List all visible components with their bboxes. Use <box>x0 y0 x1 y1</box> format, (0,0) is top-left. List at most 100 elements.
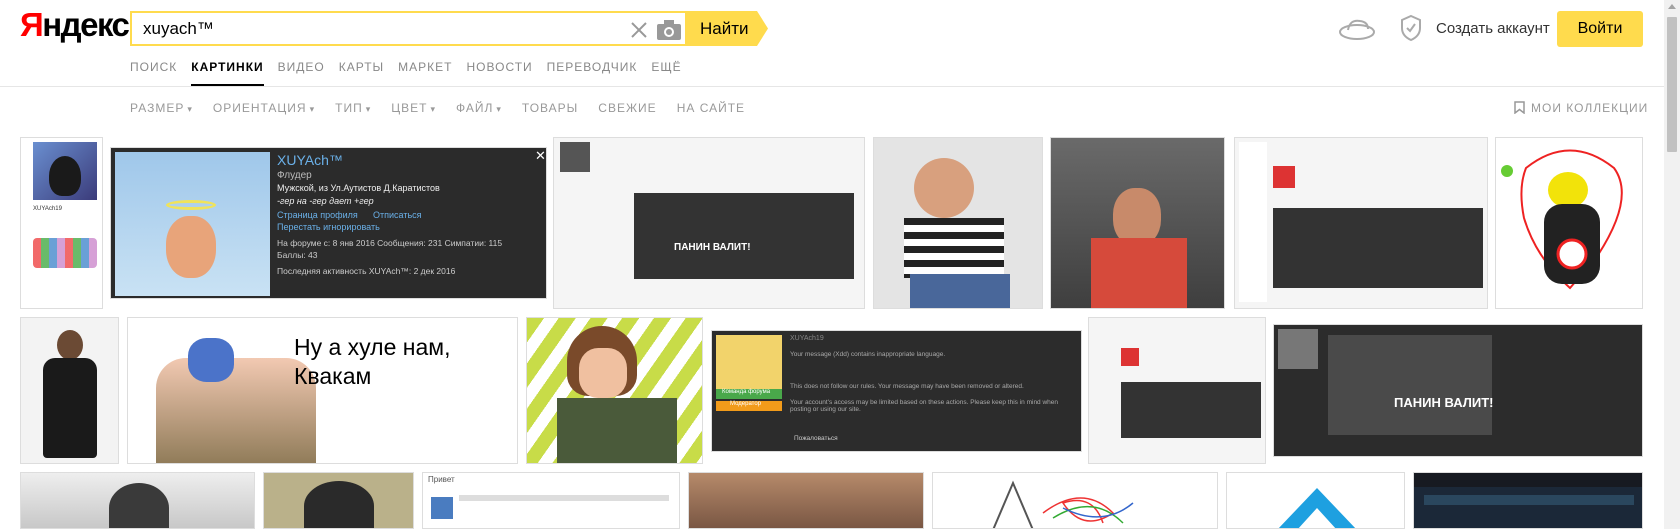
video-embed <box>1328 335 1492 435</box>
image-result[interactable]: Ну а хуле нам, Квакам <box>127 317 518 464</box>
person <box>914 158 974 218</box>
image-result[interactable] <box>1226 472 1405 529</box>
scroll-up-arrow-icon[interactable] <box>1668 4 1676 9</box>
profile-role: Флудер <box>277 170 312 181</box>
filter-on-site[interactable]: НА САЙТЕ <box>677 101 745 115</box>
tab-more[interactable]: ЕЩЁ <box>651 60 681 88</box>
image-result[interactable] <box>526 317 703 464</box>
unsubscribe-link: Отписаться <box>373 210 422 220</box>
clear-icon[interactable] <box>628 19 650 41</box>
video-caption: ПАНИН ВАЛИТ! <box>674 242 751 253</box>
login-button[interactable]: Войти <box>1557 11 1643 47</box>
face <box>579 348 627 398</box>
tab-video[interactable]: ВИДЕО <box>278 60 325 88</box>
image-result[interactable]: ПАНИН ВАЛИТ! <box>553 137 865 309</box>
image-result[interactable] <box>688 472 924 529</box>
close-icon: ✕ <box>535 148 546 163</box>
image-result[interactable] <box>20 317 119 464</box>
red-block <box>1121 348 1139 366</box>
yandex-logo[interactable]: Яндекс <box>20 6 130 44</box>
forum-sidebar <box>1239 142 1267 302</box>
tab-news[interactable]: НОВОСТИ <box>467 60 533 88</box>
team-badge-label: Команда форума <box>722 389 771 395</box>
black-hoodie <box>43 358 97 458</box>
filter-color[interactable]: ЦВЕТ ▾ <box>391 101 436 115</box>
blue-face <box>188 338 234 382</box>
scribble-drawing <box>992 480 1134 528</box>
red-shirt <box>1091 238 1187 308</box>
tab-translator[interactable]: ПЕРЕВОДЧИК <box>547 60 638 88</box>
avatar-face <box>49 156 81 196</box>
filter-type[interactable]: ТИП ▾ <box>335 101 371 115</box>
chevron-down-icon: ▾ <box>496 104 502 114</box>
shirt <box>557 398 677 463</box>
profile-name: XUYAch™ <box>277 152 343 168</box>
badge-row <box>33 238 97 268</box>
image-result[interactable]: ПАНИН ВАЛИТ! <box>1273 324 1643 457</box>
image-result[interactable] <box>932 472 1218 529</box>
image-result[interactable] <box>1050 137 1225 309</box>
image-result[interactable]: Команда форума Модератор XUYAch19 Your m… <box>711 330 1082 452</box>
video-embed <box>1273 208 1483 288</box>
forum-avatar <box>1278 329 1318 369</box>
tab-maps[interactable]: КАРТЫ <box>339 60 384 88</box>
red-block <box>1273 166 1295 188</box>
my-collections-link[interactable]: МОИ КОЛЛЕКЦИИ <box>1514 101 1648 115</box>
profile-link: Страница профиля <box>277 210 358 220</box>
steam-header <box>1414 473 1642 487</box>
username: XUYAch19 <box>33 206 62 212</box>
filter-fresh[interactable]: СВЕЖИЕ <box>598 101 656 115</box>
image-result[interactable] <box>1495 137 1643 309</box>
scrollbar-thumb[interactable] <box>1667 17 1677 152</box>
steam-content <box>1424 495 1634 505</box>
image-result[interactable] <box>1413 472 1643 529</box>
jeans <box>910 274 1010 308</box>
filter-goods[interactable]: ТОВАРЫ <box>522 101 578 115</box>
chevron-down-icon: ▾ <box>365 104 372 114</box>
disk-icon[interactable] <box>1338 16 1376 42</box>
login-button-label: Войти <box>1577 20 1623 37</box>
mod-badge-label: Модератор <box>730 401 762 407</box>
tab-images[interactable]: КАРТИНКИ <box>191 60 265 88</box>
warn-message-2: This does not follow our rules. Your mes… <box>790 383 1024 390</box>
filter-orientation[interactable]: ОРИЕНТАЦИЯ ▾ <box>213 101 315 115</box>
angel-face <box>166 216 216 278</box>
image-result[interactable]: XUYAch19 <box>20 137 103 309</box>
image-result[interactable] <box>873 137 1043 309</box>
logo-shape <box>1278 488 1356 528</box>
camera-icon[interactable] <box>656 18 682 42</box>
bookmark-icon <box>1514 101 1525 115</box>
shield-icon[interactable] <box>1400 14 1422 42</box>
image-result[interactable] <box>1234 137 1488 309</box>
image-result[interactable]: Привет <box>422 472 680 529</box>
filter-size[interactable]: РАЗМЕР ▾ <box>130 101 193 115</box>
create-account-link[interactable]: Создать аккаунт <box>1436 20 1550 37</box>
complain-link: Пожаловаться <box>794 435 838 442</box>
filter-file[interactable]: ФАЙЛ ▾ <box>456 101 502 115</box>
find-button[interactable]: Найти <box>685 11 768 46</box>
unignore-link: Перестать игнорировать <box>277 222 380 232</box>
warn-user: XUYAch19 <box>790 335 824 342</box>
drawing <box>1501 149 1623 290</box>
image-result[interactable] <box>263 472 414 529</box>
meme-line-2: Квакам <box>294 363 372 389</box>
image-result[interactable]: XUYAch™ Флудер Мужской, из Ул.Аутистов Д… <box>110 147 547 299</box>
tab-search[interactable]: ПОИСК <box>130 60 177 88</box>
warn-message: Your message (Xdd) contains inappropriat… <box>790 351 946 358</box>
profile-gender: Мужской, из Ул.Аутистов Д.Каратистов <box>277 183 440 193</box>
sitting-man <box>156 358 316 463</box>
video-embed <box>1121 382 1261 438</box>
video-caption: ПАНИН ВАЛИТ! <box>1394 395 1494 410</box>
shirt <box>904 218 1004 278</box>
search-input[interactable]: xuyach™ <box>130 11 686 46</box>
chevron-down-icon: ▾ <box>187 104 193 114</box>
chevron-down-icon: ▾ <box>430 104 437 114</box>
profile-slogan: -гер на -гер дает +гер <box>277 196 374 206</box>
page-scrollbar[interactable] <box>1664 0 1680 529</box>
person-head <box>57 330 83 360</box>
header-divider <box>0 86 1664 87</box>
tab-market[interactable]: МАРКЕТ <box>398 60 452 88</box>
image-result[interactable] <box>1088 317 1266 464</box>
image-result[interactable] <box>20 472 255 529</box>
search-input-value[interactable]: xuyach™ <box>143 19 214 39</box>
